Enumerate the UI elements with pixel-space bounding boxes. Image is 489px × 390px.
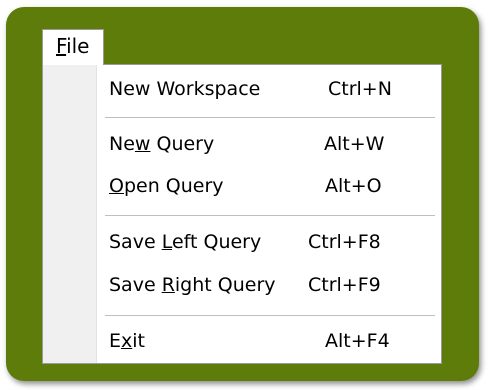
menu-item-label: New Workspace <box>109 78 261 100</box>
menu-item-exit[interactable]: Exit Alt+F4 <box>43 324 441 358</box>
menu-item-shortcut: Alt+F4 <box>325 330 390 352</box>
menu-item-shortcut: Ctrl+F8 <box>308 231 381 253</box>
menu-item-save-right-query[interactable]: Save Right Query Ctrl+F9 <box>43 268 441 302</box>
menu-item-shortcut: Alt+O <box>325 175 382 197</box>
file-menu[interactable]: File <box>42 29 104 65</box>
menu-icon-gutter <box>43 65 97 363</box>
menu-item-label: Save Left Query <box>109 231 262 253</box>
menu-item-shortcut: Ctrl+F9 <box>308 274 381 296</box>
menu-item-save-left-query[interactable]: Save Left Query Ctrl+F8 <box>43 225 441 259</box>
menu-separator <box>105 117 435 118</box>
menu-item-shortcut: Ctrl+N <box>328 78 392 100</box>
menu-item-label: New Query <box>109 133 215 155</box>
file-menu-mnemonic: F <box>56 34 67 58</box>
menu-item-label: Open Query <box>109 175 224 197</box>
file-dropdown-menu: New Workspace Ctrl+N New Query Alt+W Ope… <box>42 64 442 364</box>
menu-item-label: Exit <box>109 330 145 352</box>
menu-item-open-query[interactable]: Open Query Alt+O <box>43 169 441 203</box>
menu-separator <box>105 315 435 316</box>
menu-item-new-workspace[interactable]: New Workspace Ctrl+N <box>43 72 441 106</box>
menu-item-label: Save Right Query <box>109 274 276 296</box>
file-menu-suffix: ile <box>66 34 90 58</box>
menu-item-shortcut: Alt+W <box>324 133 385 155</box>
menu-separator <box>105 215 435 216</box>
menu-item-new-query[interactable]: New Query Alt+W <box>43 127 441 161</box>
